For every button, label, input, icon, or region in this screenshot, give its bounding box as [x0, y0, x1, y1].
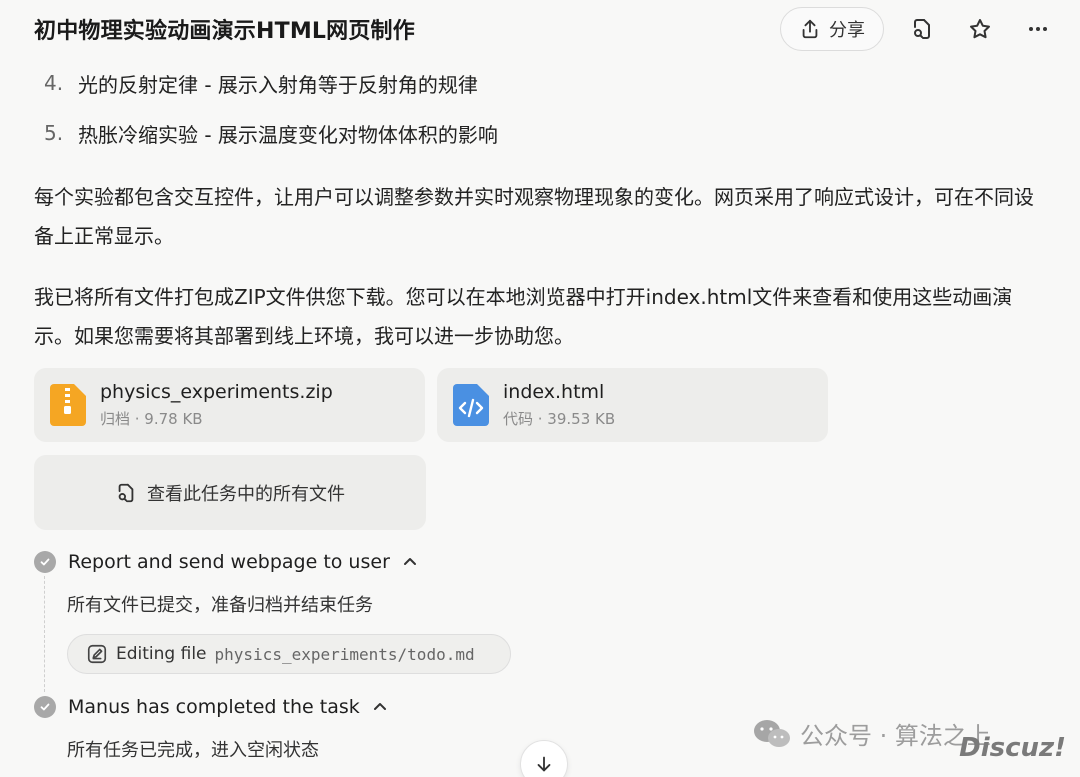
paragraph-controls: 每个实验都包含交互控件，让用户可以调整参数并实时观察物理现象的变化。网页采用了响…: [34, 185, 1034, 248]
star-icon: [970, 19, 990, 39]
favorite-button[interactable]: [960, 9, 1000, 49]
arrow-down-icon: [537, 756, 551, 772]
step-title: Report and send webpage to user: [68, 551, 390, 573]
edit-label: Editing file: [116, 644, 207, 664]
header-actions: 分享: [780, 7, 1058, 51]
file-meta: 归档 · 9.78 KB: [100, 410, 203, 428]
file-search-icon: [118, 483, 134, 502]
file-card-zip[interactable]: physics_experiments.zip 归档 · 9.78 KB: [34, 368, 425, 442]
editing-file-chip[interactable]: Editing file physics_experiments/todo.md: [67, 634, 511, 674]
header: 初中物理实验动画演示HTML网页制作 分享: [0, 0, 1080, 58]
check-icon: [34, 551, 56, 573]
paragraph-download: 我已将所有文件打包成ZIP文件供您下载。您可以在本地浏览器中打开index.ht…: [34, 285, 1013, 348]
list-item: 4. 光的反射定律 - 展示入射角等于反射角的规律: [34, 58, 1049, 108]
message-content: 4. 光的反射定律 - 展示入射角等于反射角的规律 5. 热胀冷缩实验 - 展示…: [34, 58, 1049, 356]
check-icon: [34, 696, 56, 718]
zip-file-icon: [50, 384, 86, 426]
share-icon: [802, 19, 818, 39]
watermark: 公众号 · 算法之上: [752, 716, 991, 751]
wechat-icon: [754, 719, 790, 747]
file-info: index.html 代码 · 39.53 KB: [503, 381, 615, 429]
chevron-up-icon[interactable]: [372, 699, 388, 715]
list-number: 5.: [44, 121, 64, 145]
list-text: 光的反射定律 - 展示入射角等于反射角的规律: [78, 72, 478, 97]
file-search-icon: [914, 19, 930, 39]
step-description: 所有任务已完成，进入空闲状态: [67, 740, 319, 761]
more-icon: [1029, 27, 1047, 31]
edit-path: physics_experiments/todo.md: [214, 644, 475, 664]
file-name: index.html: [503, 381, 605, 403]
chevron-up-icon[interactable]: [402, 554, 418, 570]
share-button[interactable]: 分享: [780, 7, 884, 51]
view-all-files-button[interactable]: 查看此任务中的所有文件: [34, 455, 426, 530]
step-title: Manus has completed the task: [68, 696, 360, 718]
file-meta: 代码 · 39.53 KB: [503, 410, 616, 428]
step-description: 所有文件已提交，准备归档并结束任务: [67, 595, 373, 616]
file-name: physics_experiments.zip: [100, 381, 333, 403]
file-attachments: physics_experiments.zip 归档 · 9.78 KB ind…: [34, 368, 828, 442]
share-label: 分享: [829, 20, 865, 41]
view-all-label: 查看此任务中的所有文件: [147, 483, 345, 505]
list-number: 4.: [44, 71, 64, 95]
file-search-button[interactable]: [902, 9, 942, 49]
more-button[interactable]: [1018, 9, 1058, 49]
watermark-logo: Discuz!: [959, 733, 1066, 763]
file-card-html[interactable]: index.html 代码 · 39.53 KB: [437, 368, 828, 442]
step-connector: [44, 576, 45, 692]
step-report[interactable]: Report and send webpage to user: [34, 551, 418, 573]
edit-icon: [87, 644, 107, 664]
code-file-icon: [453, 384, 489, 426]
file-info: physics_experiments.zip 归档 · 9.78 KB: [100, 381, 333, 429]
page-title: 初中物理实验动画演示HTML网页制作: [34, 19, 415, 44]
list-text: 热胀冷缩实验 - 展示温度变化对物体体积的影响: [78, 122, 498, 147]
step-completed[interactable]: Manus has completed the task: [34, 696, 388, 718]
list-item: 5. 热胀冷缩实验 - 展示温度变化对物体体积的影响: [34, 108, 1049, 158]
scroll-down-button[interactable]: [520, 740, 568, 777]
